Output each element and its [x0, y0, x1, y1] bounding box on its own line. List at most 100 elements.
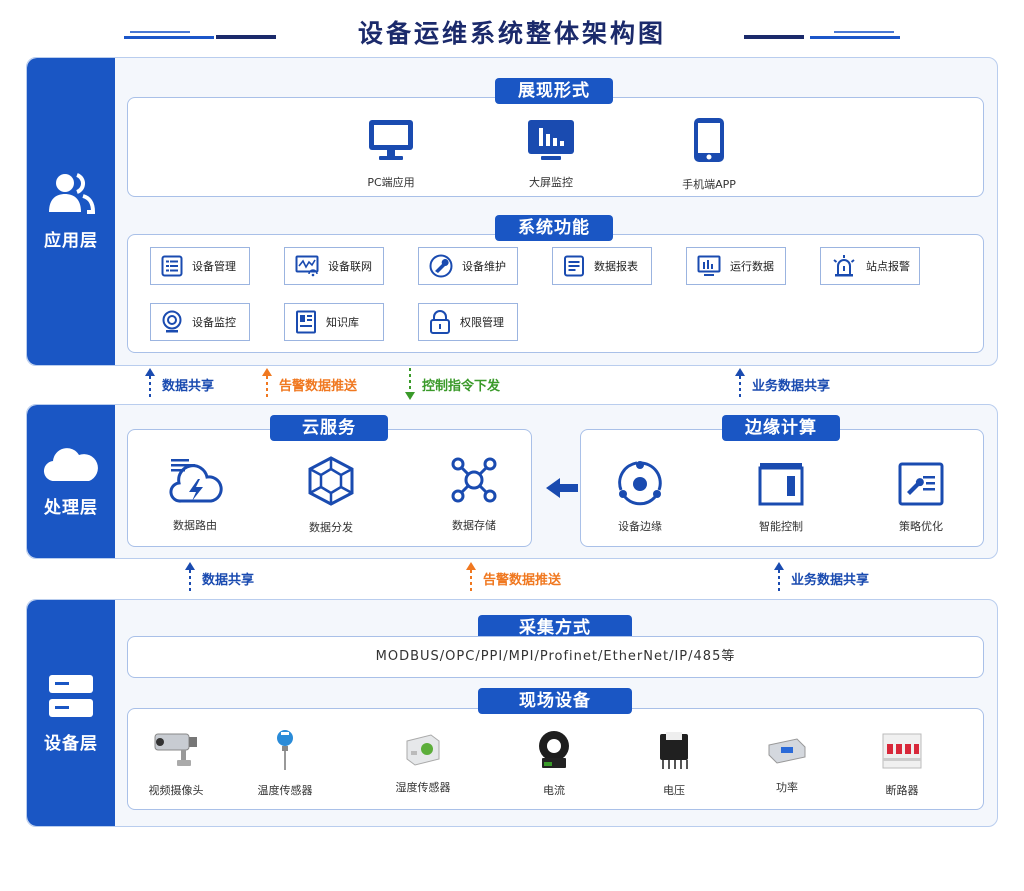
flow-label: 告警数据推送: [483, 572, 562, 588]
monitor-icon: [369, 120, 413, 160]
edge-item-label: 策略优化: [899, 520, 943, 533]
func-label: 数据报表: [594, 260, 638, 273]
cctv-icon: [154, 733, 197, 766]
edge-item-strategy: 策略优化: [866, 462, 976, 534]
display-item-label: PC端应用: [367, 176, 415, 189]
flow-control-command: 控制指令下发: [404, 368, 500, 400]
processing-layer-side: 处理层: [27, 405, 115, 558]
temperature-sensor-icon: [277, 730, 293, 770]
arrow-down-icon: [405, 368, 415, 400]
edge-item-label: 设备边缘: [618, 520, 662, 533]
device-item-label: 电压: [663, 784, 685, 797]
strategy-icon: [898, 462, 944, 506]
func-site-alarm[interactable]: 站点报警: [820, 247, 920, 285]
flow-data-share-bottom: 数据共享: [184, 562, 254, 594]
flow-label: 告警数据推送: [279, 378, 358, 394]
cloud-item-label: 数据路由: [173, 519, 217, 532]
cloud-item-label: 数据分发: [309, 521, 353, 534]
func-label: 权限管理: [460, 316, 504, 329]
device-item-camera: 视频摄像头: [126, 728, 226, 798]
cloud-service-title: 云服务: [270, 415, 388, 441]
voltage-module-icon: [660, 732, 688, 769]
control-icon: [758, 463, 804, 506]
alarm-icon: [833, 255, 855, 277]
func-device-monitor[interactable]: 设备监控: [150, 303, 250, 341]
flow-business-share-bottom: 业务数据共享: [773, 562, 869, 594]
display-title: 展现形式: [495, 78, 613, 104]
device-item-label: 断路器: [885, 784, 919, 797]
func-knowledge-base[interactable]: 知识库: [284, 303, 384, 341]
flow-label: 数据共享: [162, 378, 215, 394]
flow-alarm-push-top: 告警数据推送: [261, 368, 357, 400]
device-layer: 设备层 采集方式 MODBUS/OPC/PPI/MPI/Profinet/Eth…: [26, 599, 998, 827]
arrow-up-icon: [185, 562, 195, 594]
func-label: 知识库: [326, 316, 359, 329]
arrow-up-icon: [735, 368, 745, 400]
application-layer: 应用层 展现形式 PC端应用 大屏监控 手机端APP 系统功能 设备管理 设备联…: [26, 57, 998, 366]
wrench-icon: [429, 254, 453, 278]
edge-computing-title: 边缘计算: [722, 415, 840, 441]
current-sensor-icon: [539, 731, 569, 768]
device-layer-name: 设备层: [44, 733, 98, 754]
flow-label: 业务数据共享: [752, 378, 831, 394]
flow-label: 数据共享: [202, 572, 255, 588]
device-layer-side: 设备层: [27, 600, 115, 826]
func-device-maintenance[interactable]: 设备维护: [418, 247, 518, 285]
camera-icon: [162, 310, 182, 333]
edge-icon: [618, 461, 662, 506]
cloud-item-storage: 数据存储: [419, 455, 529, 533]
device-item-label: 功率: [776, 781, 798, 794]
lock-icon: [430, 310, 450, 334]
arrow-up-icon: [145, 368, 155, 400]
title-decoration-right-thin: [834, 31, 894, 33]
arrow-up-icon: [466, 562, 476, 594]
device-item-voltage: 电压: [624, 728, 724, 798]
arrow-left-icon: [546, 478, 578, 498]
processing-layer: 处理层 云服务 数据路由 数据分发 数据存储 边缘计算 设备边缘 智能控制 策略…: [26, 404, 998, 559]
breaker-icon: [882, 733, 922, 769]
cloud-bolt-icon: [169, 459, 223, 503]
report-icon: [564, 255, 584, 277]
flow-label: 业务数据共享: [791, 572, 870, 588]
server-icon: [49, 674, 93, 717]
title-decoration-right: [810, 36, 900, 39]
cloud-icon: [43, 448, 98, 482]
func-device-network[interactable]: 设备联网: [284, 247, 384, 285]
processing-layer-name: 处理层: [44, 498, 98, 518]
func-device-management[interactable]: 设备管理: [150, 247, 250, 285]
title-decoration-left-thin: [130, 31, 190, 33]
func-permission-management[interactable]: 权限管理: [418, 303, 518, 341]
title-decoration-left: [124, 36, 214, 39]
func-data-report[interactable]: 数据报表: [552, 247, 652, 285]
bigscreen-icon: [528, 120, 574, 160]
users-icon: [49, 173, 95, 214]
device-item-humidity: 湿度传感器: [373, 731, 473, 795]
arrow-up-icon: [262, 368, 272, 400]
func-label: 设备监控: [192, 316, 236, 329]
nodes-icon: [451, 457, 497, 503]
display-item-label: 大屏监控: [529, 176, 573, 189]
application-layer-side: 应用层: [27, 58, 115, 365]
network-icon: [295, 255, 319, 277]
title-decoration-right-bar: [744, 35, 804, 39]
title-decoration-left-bar: [216, 35, 276, 39]
functions-title: 系统功能: [495, 215, 613, 241]
collection-box: MODBUS/OPC/PPI/MPI/Profinet/EtherNet/IP/…: [127, 636, 984, 678]
device-item-label: 湿度传感器: [395, 781, 451, 794]
func-running-data[interactable]: 运行数据: [686, 247, 786, 285]
display-item-phone: 手机端APP: [649, 116, 769, 192]
chart-icon: [697, 255, 721, 276]
display-item-label: 手机端APP: [682, 178, 736, 191]
edge-item-control: 智能控制: [726, 460, 836, 534]
device-item-power: 功率: [737, 733, 837, 795]
device-item-label: 电流: [543, 784, 565, 797]
application-layer-name: 应用层: [44, 231, 98, 251]
flow-business-share-top: 业务数据共享: [734, 368, 830, 400]
flow-data-share-top: 数据共享: [144, 368, 214, 400]
device-item-label: 视频摄像头: [148, 784, 204, 797]
humidity-sensor-icon: [406, 734, 440, 766]
protocol-list: MODBUS/OPC/PPI/MPI/Profinet/EtherNet/IP/…: [375, 649, 736, 664]
hexagon-network-icon: [308, 456, 354, 506]
field-devices-title: 现场设备: [478, 688, 632, 714]
display-item-bigscreen: 大屏监控: [491, 118, 611, 190]
